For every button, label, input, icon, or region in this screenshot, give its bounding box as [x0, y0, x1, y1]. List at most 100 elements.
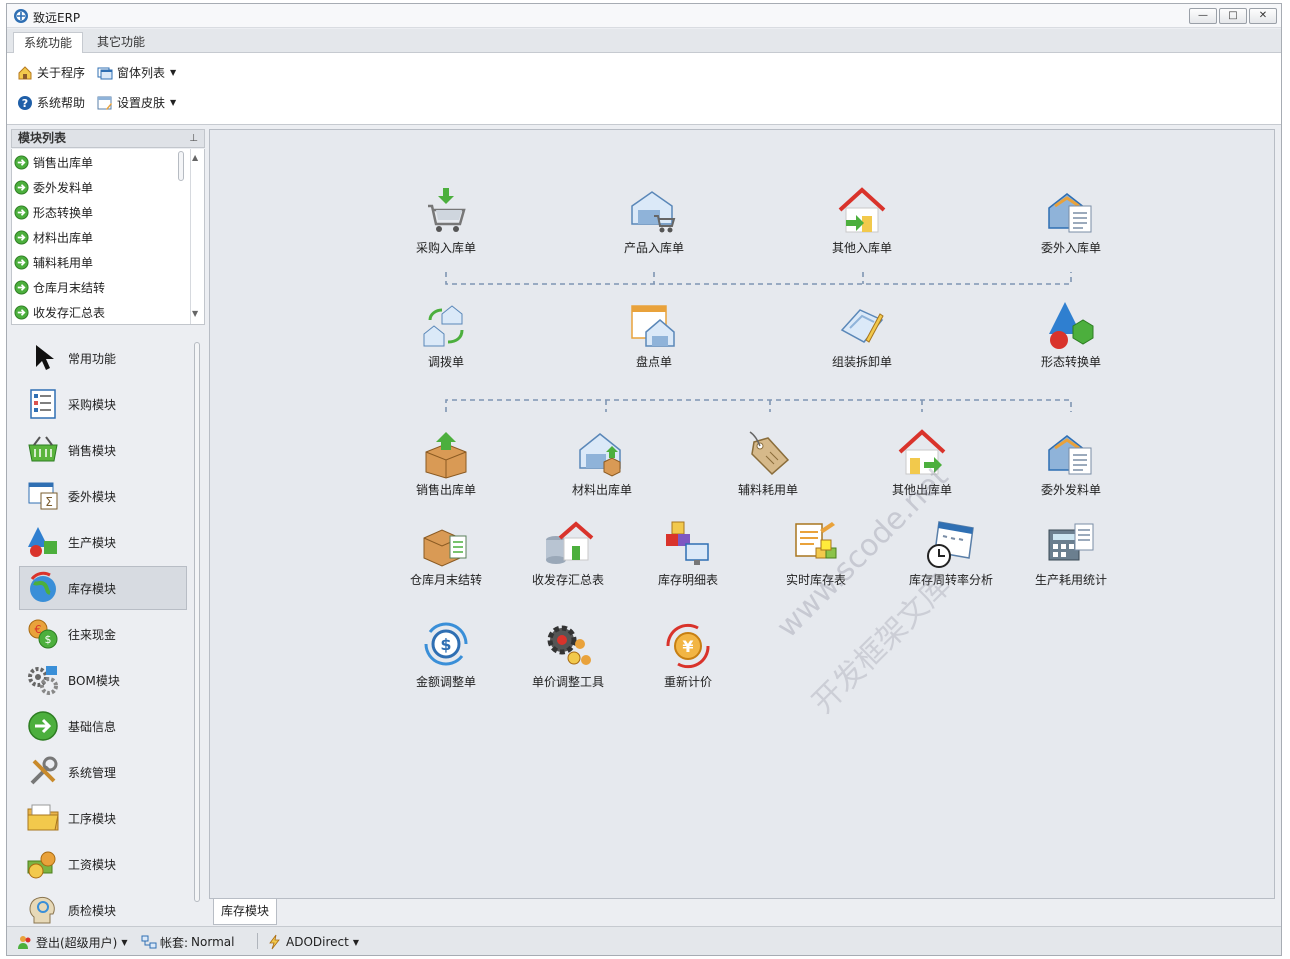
cursor-icon [36, 345, 54, 370]
report-label: 金额调整单 [415, 675, 476, 689]
nav-item-inventory[interactable]: 库存模块 [19, 566, 187, 610]
green-arrow-icon [14, 254, 29, 270]
logout-button[interactable]: 登出(超级用户) ▼ [17, 933, 128, 951]
scroll-up-icon[interactable]: ▲ [192, 153, 198, 162]
warehouse-doc-icon [1048, 435, 1092, 475]
scroll-down-icon[interactable]: ▼ [192, 309, 198, 318]
about-button[interactable]: 关于程序 [17, 63, 85, 83]
report-label: 库存周转率分析 [908, 573, 993, 587]
purchase-receipt[interactable]: 采购入库单 [391, 186, 501, 255]
green-arrow-icon [14, 154, 29, 170]
inventory-detail[interactable]: 库存明细表 [633, 518, 743, 587]
product-receipt[interactable]: 产品入库单 [599, 186, 709, 255]
list-item[interactable]: 仓库月末结转 [14, 276, 105, 298]
form-conversion[interactable]: 形态转换单 [1016, 300, 1126, 369]
nav-item-basic-info[interactable]: 基础信息 [19, 704, 187, 748]
window-list-button[interactable]: 窗体列表 ▼ [97, 63, 176, 83]
nav-item-system-admin[interactable]: 系统管理 [19, 750, 187, 794]
green-arrow-icon [14, 304, 29, 320]
green-arrow-icon [14, 279, 29, 295]
report-label: 仓库月末结转 [409, 573, 482, 587]
gear-coins-icon [547, 625, 591, 665]
transfer-order[interactable]: 调拨单 [391, 300, 501, 369]
nav-scrollbar[interactable] [193, 338, 201, 918]
list-item[interactable]: 收发存汇总表 [14, 301, 105, 323]
home-icon [18, 66, 32, 80]
main-workspace: 采购入库单 产品入库单 其他入库单 委外入库单 调拨单 盘点单 组装拆卸单 形态… [209, 129, 1275, 899]
nav-item-bom[interactable]: BOM模块 [19, 658, 187, 702]
skin-caret-icon: ▼ [170, 98, 177, 107]
tab-system-functions[interactable]: 系统功能 [13, 32, 84, 54]
outsourcing-issue[interactable]: 委外发料单 [1016, 428, 1126, 497]
nav-item-sales[interactable]: 销售模块 [19, 428, 187, 472]
help-button[interactable]: ? 系统帮助 [17, 93, 85, 113]
tab-inventory-module[interactable]: 库存模块 [213, 899, 277, 925]
realtime-inventory[interactable]: 实时库存表 [761, 518, 871, 587]
basket-icon [28, 436, 58, 462]
lightning-icon [269, 934, 280, 950]
flow-label: 采购入库单 [415, 241, 476, 255]
nav-scroll-thumb[interactable] [194, 342, 200, 902]
list-item[interactable]: 形态转换单 [14, 201, 93, 223]
driver-label: ADODirect [286, 935, 349, 949]
account-info: 帐套: Normal [141, 933, 234, 951]
scroll-thumb[interactable] [178, 151, 184, 181]
nav-item-purchase[interactable]: 采购模块 [19, 382, 187, 426]
window-list-caret-icon: ▼ [170, 68, 177, 77]
list-item[interactable]: 销售出库单 [14, 151, 93, 173]
driver-selector[interactable]: ADODirect ▼ [267, 933, 359, 951]
flow-label: 委外入库单 [1040, 241, 1101, 255]
report-label: 库存明细表 [657, 573, 718, 587]
pin-icon[interactable]: ⊥ [189, 130, 198, 147]
material-issue[interactable]: 材料出库单 [547, 428, 657, 497]
list-item[interactable]: 委外发料单 [14, 176, 93, 198]
nav-item-outsourcing[interactable]: Σ 委外模块 [19, 474, 187, 518]
nav-item-production[interactable]: 生产模块 [19, 520, 187, 564]
list-item[interactable]: 材料出库单 [14, 226, 93, 248]
stocktake-order[interactable]: 盘点单 [599, 300, 709, 369]
tag-icon [749, 431, 790, 476]
flow-label: 辅料耗用单 [737, 483, 798, 497]
revaluation[interactable]: ¥ 重新计价 [633, 620, 743, 689]
tab-other-functions[interactable]: 其它功能 [87, 32, 155, 54]
amount-adjustment[interactable]: $ 金额调整单 [391, 620, 501, 689]
svg-text:Σ: Σ [45, 495, 53, 509]
other-issue[interactable]: 其他出库单 [867, 428, 977, 497]
assembly-disassembly[interactable]: 组装拆卸单 [807, 300, 917, 369]
module-list-scrollbar[interactable]: ▲ ▼ [176, 149, 204, 324]
turnover-analysis[interactable]: 库存周转率分析 [896, 518, 1006, 587]
nav-item-process[interactable]: 工序模块 [19, 796, 187, 840]
unit-price-tool[interactable]: 单价调整工具 [513, 620, 623, 689]
flow-label: 委外发料单 [1040, 483, 1101, 497]
module-label: 形态转换单 [33, 205, 94, 220]
minimize-button[interactable]: — [1189, 8, 1217, 24]
report-label: 单价调整工具 [531, 675, 604, 689]
restore-button[interactable]: □ [1219, 8, 1247, 24]
green-arrow-icon [14, 204, 29, 220]
sales-issue[interactable]: 销售出库单 [391, 428, 501, 497]
nav-item-payroll[interactable]: 工资模块 [19, 842, 187, 886]
cubes-monitor-icon [666, 521, 709, 565]
production-consumption[interactable]: 生产耗用统计 [1016, 518, 1126, 587]
auxiliary-consumption[interactable]: 辅料耗用单 [713, 428, 823, 497]
module-list-title: 模块列表 [18, 131, 67, 145]
house-arrow-out-icon [898, 429, 946, 475]
month-end-carry-forward[interactable]: 仓库月末结转 [391, 518, 501, 587]
erp-window: 致远ERP — □ ✕ 系统功能 其它功能 关于程序 窗体列表 ▼ ? 系统帮助 … [6, 3, 1282, 956]
gears-icon [28, 666, 58, 695]
other-receipt[interactable]: 其他入库单 [807, 186, 917, 255]
nav-item-cash[interactable]: € $ 往来现金 [19, 612, 187, 656]
arrow-circle-icon [28, 711, 58, 741]
report-label: 生产耗用统计 [1034, 573, 1107, 587]
account-label: 帐套: [160, 935, 189, 950]
skin-button[interactable]: 设置皮肤 ▼ [97, 93, 176, 113]
list-item[interactable]: 辅料耗用单 [14, 251, 93, 273]
close-button[interactable]: ✕ [1249, 8, 1277, 24]
transfer-icon [423, 305, 464, 347]
inout-summary[interactable]: 收发存汇总表 [513, 518, 623, 587]
report-label: 实时库存表 [785, 573, 846, 587]
module-nav: 常用功能 采购模块 销售模块 Σ 委外模块 生产模块 库存模块 € $ 往来现金… [11, 332, 205, 924]
sheet-icon: Σ [28, 482, 58, 510]
nav-item-common[interactable]: 常用功能 [19, 336, 187, 380]
outsourcing-receipt[interactable]: 委外入库单 [1016, 186, 1126, 255]
